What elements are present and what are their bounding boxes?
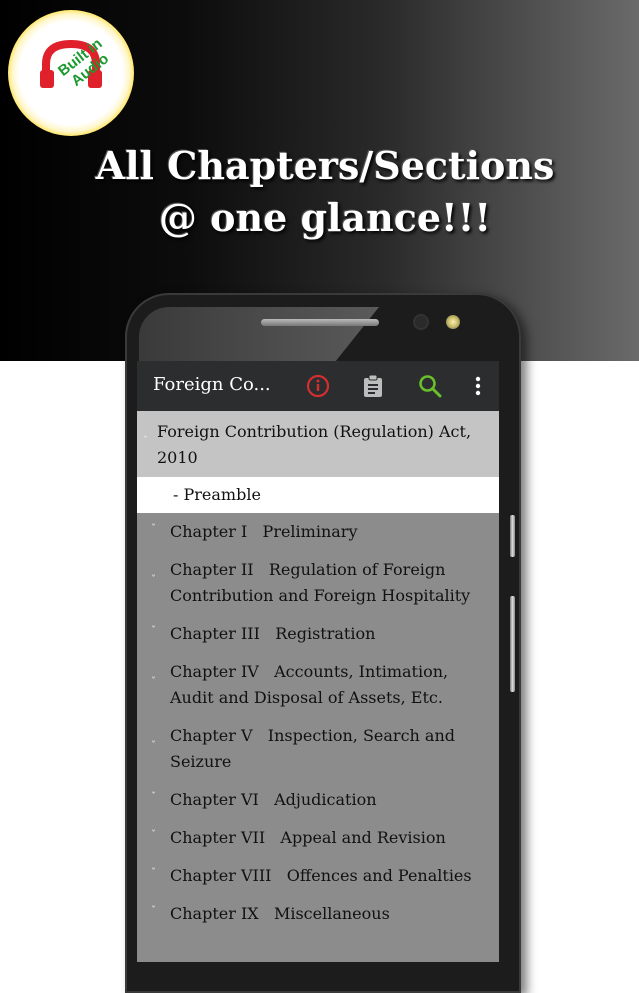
headline-line2: @ one glance!!! [158,195,492,240]
chevron-down-icon: ˇ [151,575,156,586]
chevron-down-icon: ˇ [151,868,156,879]
chapter-title: Adjudication [274,790,377,809]
chapter-number: Chapter III [170,624,260,643]
built-in-audio-badge: Built in Audio [8,10,134,136]
clipboard-icon[interactable] [360,373,386,399]
chapter-row[interactable]: ˇ Chapter III Registration [137,615,499,653]
app-screen: Foreign Co... ˆ Foreign Contribution (Re… [137,361,499,962]
chevron-down-icon: ˇ [151,677,156,688]
chapter-number: Chapter II [170,560,254,579]
chevron-down-icon: ˇ [151,906,156,917]
chevron-down-icon: ˇ [151,830,156,841]
promo-headline: All Chapters/Sections @ one glance!!! [0,140,639,244]
tree-item-preamble-selected[interactable]: - Preamble [137,477,499,513]
chapter-number: Chapter VI [170,790,259,809]
phone-speaker [261,319,379,326]
chapter-title: Offences and Penalties [286,866,472,885]
chapter-row[interactable]: ˇ Chapter VI Adjudication [137,781,499,819]
app-title: Foreign Co... [153,374,271,395]
chapter-row[interactable]: ˇ Chapter V Inspection, Search and Seizur… [137,717,499,781]
front-camera [415,316,427,328]
app-toolbar: Foreign Co... [137,361,499,411]
chapter-number: Chapter VIII [170,866,272,885]
chevron-down-icon: ˇ [151,792,156,803]
chapter-row[interactable]: ˇ Chapter VIII Offences and Penalties [137,857,499,895]
chapter-number: Chapter V [170,726,253,745]
chapter-number: Chapter VII [170,828,266,847]
chapter-list: ˇ Chapter I Preliminary ˇ Chapter II Regula… [137,513,499,933]
headline-line1: All Chapters/Sections [95,143,555,188]
more-vert-icon[interactable] [465,373,491,399]
chapter-number: Chapter I [170,522,248,541]
chevron-up-icon: ˆ [143,436,148,447]
chapter-title: Miscellaneous [273,904,390,923]
chapter-row[interactable]: ˇ Chapter IX Miscellaneous [137,895,499,933]
chevron-down-icon: ˇ [151,741,156,752]
chevron-down-icon: ˇ [151,524,156,535]
tree-root-act[interactable]: ˆ Foreign Contribution (Regulation) Act,… [137,411,499,477]
info-icon[interactable] [305,373,331,399]
chapter-number: Chapter IX [170,904,259,923]
chapter-title: Appeal and Revision [280,828,446,847]
root-label: Foreign Contribution (Regulation) Act, 2… [157,422,472,467]
chapter-title: Registration [275,624,376,643]
chevron-down-icon: ˇ [151,626,156,637]
proximity-sensor [446,315,460,329]
phone-glare [139,307,379,361]
chapter-title: Preliminary [262,522,358,541]
phone-side-button-bottom [510,596,515,692]
chapter-number: Chapter IV [170,662,259,681]
chapter-row[interactable]: ˇ Chapter VII Appeal and Revision [137,819,499,857]
chapter-row[interactable]: ˇ Chapter II Regulation of Foreign Contri… [137,551,499,615]
chapter-row[interactable]: ˇ Chapter I Preliminary [137,513,499,551]
search-icon[interactable] [417,373,443,399]
phone-side-button-top [510,515,515,557]
chapter-row[interactable]: ˇ Chapter IV Accounts, Intimation, Audit … [137,653,499,717]
